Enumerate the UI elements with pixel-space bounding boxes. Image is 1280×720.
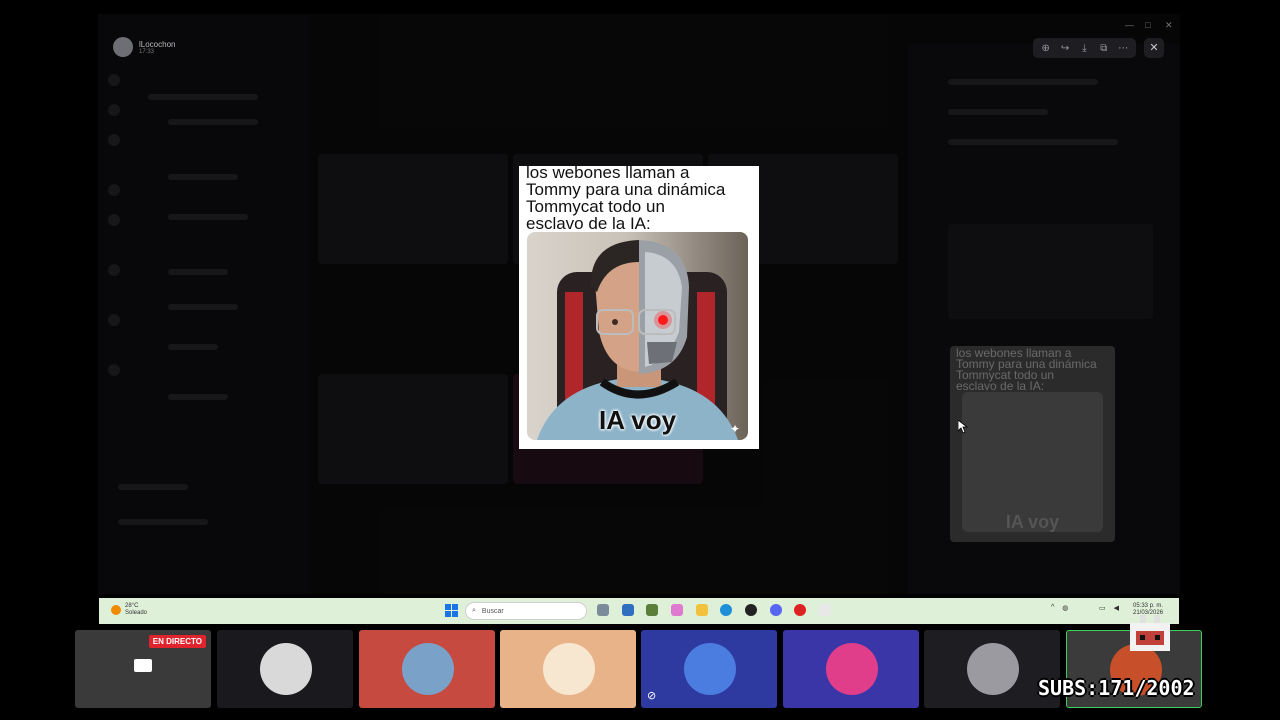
background-meme-photo bbox=[962, 392, 1103, 532]
notepad-icon[interactable] bbox=[819, 604, 831, 616]
participant-tile-4[interactable] bbox=[500, 630, 636, 708]
volume-icon[interactable]: ◀ bbox=[1114, 604, 1119, 612]
chevron-up-icon[interactable]: ^ bbox=[1051, 604, 1054, 612]
weather-condition: Soleado bbox=[125, 610, 148, 616]
participant-tile-2[interactable] bbox=[217, 630, 353, 708]
weather-widget[interactable]: 28°C Soleado bbox=[111, 603, 147, 617]
windows-start-icon[interactable] bbox=[445, 604, 458, 617]
avatar bbox=[826, 643, 878, 695]
calculator-icon[interactable] bbox=[622, 604, 634, 616]
network-icon[interactable]: ◍ bbox=[1062, 604, 1068, 612]
participant-tile-5[interactable]: ⊘ bbox=[641, 630, 777, 708]
participant-tile-6[interactable] bbox=[783, 630, 919, 708]
pixel-mascot-icon bbox=[1130, 615, 1170, 651]
copilot-icon[interactable] bbox=[671, 604, 683, 616]
background-meme-label: IA voy bbox=[1005, 512, 1060, 532]
viewer-user-badge[interactable]: lLocochon 17:33 bbox=[113, 37, 175, 57]
user-info: lLocochon 17:33 bbox=[139, 40, 175, 55]
system-tray: ^ ◍ bbox=[1051, 604, 1068, 612]
obs-icon[interactable] bbox=[745, 604, 757, 616]
wifi-icon[interactable]: ▭ bbox=[1099, 604, 1106, 612]
share-icon[interactable]: ↪ bbox=[1058, 43, 1072, 54]
window-close-icon[interactable]: ✕ bbox=[1165, 20, 1173, 31]
minecraft-icon[interactable] bbox=[646, 604, 658, 616]
background-channel-list bbox=[98, 14, 308, 594]
minimize-icon[interactable]: — bbox=[1125, 20, 1134, 30]
meme-image-label: IA voy bbox=[598, 405, 677, 435]
avatar bbox=[402, 643, 454, 695]
windows-taskbar: 28°C Soleado ⌕ Buscar ^ ◍ ▭ ◀ 05:33 p. m… bbox=[99, 598, 1179, 624]
screen-share-icon bbox=[134, 659, 152, 672]
recorder-icon[interactable] bbox=[794, 604, 806, 616]
clock-time: 05:33 p. m. bbox=[1133, 603, 1164, 609]
search-placeholder: Buscar bbox=[481, 607, 504, 615]
discord-icon[interactable] bbox=[770, 604, 782, 616]
weather-text: 28°C Soleado bbox=[125, 603, 147, 617]
meme-image[interactable]: los webones llaman a Tommy para una diná… bbox=[519, 163, 759, 449]
image-viewer-toolbar: ⊕ ↪ ⤓ ⧉ ⋯ bbox=[1033, 38, 1136, 58]
sparkle-icon: ✦ bbox=[729, 422, 740, 436]
download-icon[interactable]: ⤓ bbox=[1077, 43, 1091, 54]
user-name: lLocochon bbox=[139, 39, 176, 49]
participant-tile-3[interactable] bbox=[359, 630, 495, 708]
sun-icon bbox=[111, 605, 121, 615]
screen: los webones llaman a Tommy para una diná… bbox=[0, 0, 1280, 720]
open-external-icon[interactable]: ⧉ bbox=[1097, 43, 1111, 54]
task-view-icon[interactable] bbox=[597, 604, 609, 616]
subs-counter: SUBS:171/2002 bbox=[1038, 676, 1195, 700]
user-time: 17:33 bbox=[139, 48, 155, 55]
more-icon[interactable]: ⋯ bbox=[1116, 43, 1130, 54]
avatar bbox=[113, 37, 133, 57]
avatar bbox=[684, 643, 736, 695]
mouse-cursor-icon bbox=[958, 420, 968, 434]
maximize-icon[interactable]: □ bbox=[1145, 20, 1150, 30]
background-meme-caption: los webones llaman a Tommy para una diná… bbox=[956, 346, 1097, 393]
avatar bbox=[260, 643, 312, 695]
search-icon: ⌕ bbox=[472, 607, 476, 614]
avatar bbox=[543, 643, 595, 695]
edge-icon[interactable] bbox=[720, 604, 732, 616]
participant-tile-screen[interactable]: EN DIRECTO bbox=[75, 630, 211, 708]
zoom-in-icon[interactable]: ⊕ bbox=[1039, 43, 1053, 54]
meme-photo: IA voy ✦ bbox=[527, 232, 748, 440]
file-explorer-icon[interactable] bbox=[696, 604, 708, 616]
temperature: 28°C bbox=[125, 603, 139, 609]
taskbar-search-input[interactable]: ⌕ Buscar bbox=[465, 602, 587, 620]
live-badge: EN DIRECTO bbox=[148, 635, 206, 648]
background-meme-preview: los webones llaman a Tommy para una diná… bbox=[950, 346, 1115, 542]
close-viewer-button[interactable]: ✕ bbox=[1144, 38, 1164, 58]
muted-icon: ⊘ bbox=[647, 690, 657, 702]
avatar bbox=[967, 643, 1019, 695]
status-icons: ▭ ◀ bbox=[1099, 604, 1119, 612]
meme-caption: los webones llaman a Tommy para una diná… bbox=[526, 163, 726, 233]
